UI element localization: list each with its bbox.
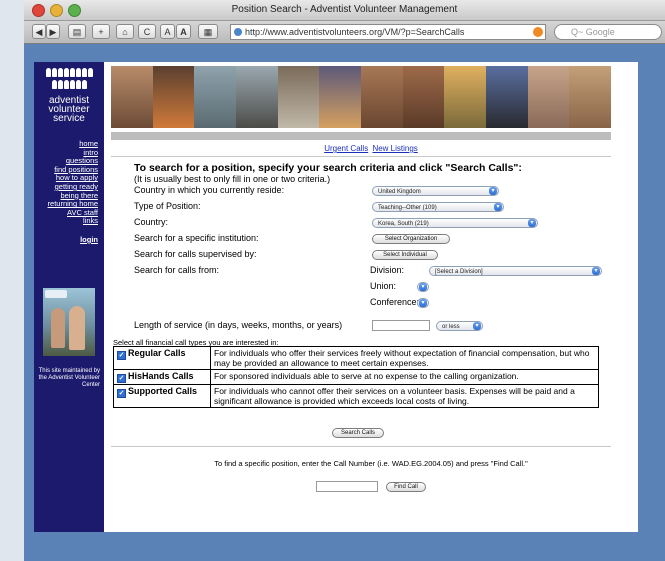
selected-value: United Kingdom xyxy=(378,189,421,195)
table-row: ✓ Supported Calls For individuals who can… xyxy=(113,384,599,408)
supported-calls-checkbox[interactable]: ✓ xyxy=(117,389,126,398)
length-input[interactable] xyxy=(372,320,430,331)
logo-people-icon xyxy=(43,68,95,90)
selected-value: Teaching--Other (109) xyxy=(378,205,437,211)
selected-value: [Select a Division] xyxy=(435,269,483,275)
chevron-down-icon: ▾ xyxy=(528,219,536,227)
urgent-calls-link[interactable]: Urgent Calls xyxy=(324,144,368,153)
main-content: Urgent Calls New Listings To search for … xyxy=(104,62,638,532)
top-links: Urgent Calls New Listings xyxy=(104,144,638,153)
back-button[interactable]: ◀ xyxy=(32,24,46,39)
country-label: Country: xyxy=(134,217,169,227)
search-placeholder: Q~ Google xyxy=(571,27,615,37)
call-types-table: ✓ Regular Calls For individuals who offer… xyxy=(113,346,599,408)
call-type-desc: For sponsored individuals able to serve … xyxy=(210,369,599,385)
site-logo[interactable]: adventist volunteer service xyxy=(34,96,104,124)
select-organization-button[interactable]: Select Organization xyxy=(372,234,450,244)
find-call-instructions: To find a specific position, enter the C… xyxy=(214,459,528,468)
sidebar: adventist volunteer service home intro q… xyxy=(34,62,104,532)
conference-select[interactable]: ▾ xyxy=(417,298,429,308)
divider xyxy=(111,156,611,157)
sidebar-nav: home intro questions find positions how … xyxy=(48,139,98,245)
chevron-down-icon: ▾ xyxy=(489,187,497,195)
position-type-select[interactable]: Teaching--Other (109) ▾ xyxy=(372,202,504,212)
search-hint: (It is usually best to only fill in one … xyxy=(134,174,331,184)
institution-label: Search for a specific institution: xyxy=(134,233,259,243)
union-select[interactable]: ▾ xyxy=(417,282,429,292)
country-reside-label: Country in which you currently reside: xyxy=(134,185,285,195)
add-bookmark-button[interactable]: + xyxy=(92,24,110,39)
reader-icon[interactable]: ▤ xyxy=(68,24,86,39)
call-number-input[interactable] xyxy=(316,481,378,492)
home-icon[interactable]: ⌂ xyxy=(116,24,134,39)
conference-label: Conference: xyxy=(370,297,420,307)
chevron-down-icon: ▾ xyxy=(494,203,502,211)
chevron-down-icon: ▾ xyxy=(419,283,427,291)
chevron-down-icon: ▾ xyxy=(419,299,427,307)
address-bar[interactable]: http://www.adventistvolunteers.org/VM/?p… xyxy=(230,24,546,40)
division-select[interactable]: [Select a Division] ▾ xyxy=(429,266,602,276)
call-type-cell: ✓ HisHands Calls xyxy=(113,369,211,385)
title-bar: Position Search - Adventist Volunteer Ma… xyxy=(24,0,665,21)
length-compare-select[interactable]: or less ▾ xyxy=(436,321,483,331)
address-url: http://www.adventistvolunteers.org/VM/?p… xyxy=(245,27,465,37)
type-label: Type of Position: xyxy=(134,201,201,211)
division-label: Division: xyxy=(370,265,405,275)
reload-button[interactable]: C xyxy=(138,24,156,39)
text-larger-button[interactable]: A xyxy=(176,24,191,39)
selected-value: or less xyxy=(442,324,460,330)
nav-login[interactable]: login xyxy=(48,235,98,245)
rss-icon[interactable] xyxy=(533,27,543,37)
search-heading: To search for a position, specify your s… xyxy=(134,162,522,174)
country-reside-select[interactable]: United Kingdom ▾ xyxy=(372,186,499,196)
window-title: Position Search - Adventist Volunteer Ma… xyxy=(231,4,458,15)
print-icon[interactable]: ▦ xyxy=(198,24,218,39)
call-type-desc: For individuals who offer their services… xyxy=(210,346,599,370)
hishands-calls-checkbox[interactable]: ✓ xyxy=(117,374,126,383)
chevron-down-icon: ▾ xyxy=(473,322,481,330)
country-select[interactable]: Korea, South (219) ▾ xyxy=(372,218,538,228)
regular-calls-checkbox[interactable]: ✓ xyxy=(117,351,126,360)
browser-window: Position Search - Adventist Volunteer Ma… xyxy=(24,0,665,561)
call-type-desc: For individuals who cannot offer their s… xyxy=(210,384,599,408)
forward-button[interactable]: ▶ xyxy=(46,24,60,39)
globe-icon xyxy=(234,28,242,36)
logo-line: service xyxy=(53,113,85,124)
find-call-button[interactable]: Find Call xyxy=(386,482,426,492)
call-type-name: Regular Calls xyxy=(128,348,186,358)
divider xyxy=(111,446,611,447)
search-calls-button[interactable]: Search Calls xyxy=(332,428,384,438)
from-label: Search for calls from: xyxy=(134,265,220,275)
new-listings-link[interactable]: New Listings xyxy=(372,144,417,153)
chevron-down-icon: ▾ xyxy=(592,267,600,275)
browser-toolbar: ◀ ▶ ▤ + ⌂ C A A ▦ http://www.adventistvo… xyxy=(24,21,665,44)
supervised-label: Search for calls supervised by: xyxy=(134,249,257,259)
table-row: ✓ HisHands Calls For sponsored individual… xyxy=(113,369,599,385)
volunteer-photo xyxy=(43,288,95,356)
length-label: Length of service (in days, weeks, month… xyxy=(134,320,343,330)
call-type-name: HisHands Calls xyxy=(128,371,194,381)
table-row: ✓ Regular Calls For individuals who offer… xyxy=(113,346,599,370)
nav-links[interactable]: links xyxy=(48,217,98,226)
call-type-cell: ✓ Supported Calls xyxy=(113,384,211,408)
google-search-field[interactable]: Q~ Google xyxy=(554,24,662,40)
call-type-name: Supported Calls xyxy=(128,386,198,396)
text-smaller-button[interactable]: A xyxy=(160,24,175,39)
call-type-cell: ✓ Regular Calls xyxy=(113,346,211,370)
selected-value: Korea, South (219) xyxy=(378,221,429,227)
union-label: Union: xyxy=(370,281,397,291)
banner-photo-strip xyxy=(111,66,612,128)
select-individual-button[interactable]: Select Individual xyxy=(372,250,438,260)
site-maintainer-note: This site maintained by the Adventist Vo… xyxy=(38,368,100,388)
divider-bar xyxy=(111,132,611,140)
